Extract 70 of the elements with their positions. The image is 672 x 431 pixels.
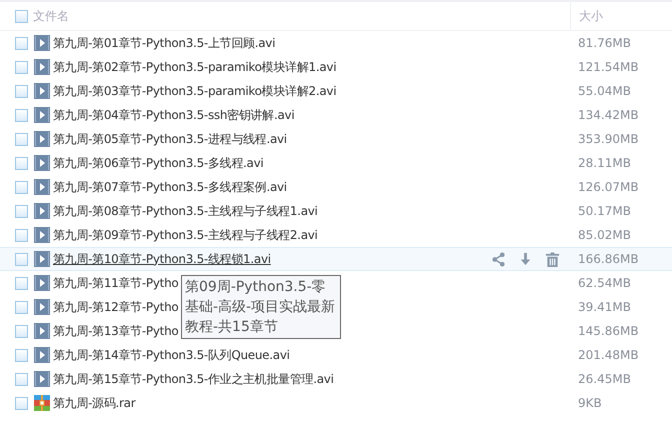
- video-file-icon: [34, 107, 50, 123]
- row-checkbox[interactable]: [15, 300, 28, 314]
- row-checkbox[interactable]: [15, 132, 28, 146]
- share-icon[interactable]: [491, 252, 506, 266]
- video-file-icon: [34, 203, 50, 219]
- file-size: 26.45MB: [578, 372, 631, 386]
- file-size: 28.11MB: [578, 156, 631, 170]
- row-checkbox[interactable]: [15, 324, 28, 338]
- video-file-icon: [34, 299, 50, 315]
- video-file-icon: [34, 347, 50, 363]
- video-file-icon: [34, 59, 50, 75]
- file-size: 50.17MB: [578, 204, 631, 218]
- file-size: 81.76MB: [578, 36, 631, 50]
- file-name[interactable]: 第九周-第08章节-Python3.5-主线程与子线程1.avi: [53, 202, 318, 220]
- row-checkbox[interactable]: [15, 36, 28, 50]
- file-size: 126.07MB: [578, 180, 639, 194]
- file-name[interactable]: 第九周-第01章节-Python3.5-上节回顾.avi: [53, 34, 276, 52]
- file-size: 121.54MB: [578, 60, 639, 74]
- file-name[interactable]: 第九周-第03章节-Python3.5-paramiko模块详解2.avi: [53, 82, 336, 100]
- row-checkbox[interactable]: [15, 204, 28, 218]
- row-checkbox[interactable]: [15, 108, 28, 122]
- file-name[interactable]: 第九周-第12章节-Pytho: [53, 298, 178, 316]
- delete-icon[interactable]: [545, 252, 560, 266]
- row-checkbox[interactable]: [15, 276, 28, 290]
- file-size: 145.86MB: [578, 324, 639, 338]
- video-file-icon: [34, 35, 50, 51]
- file-name[interactable]: 第九周-第02章节-Python3.5-paramiko模块详解1.avi: [53, 58, 336, 76]
- file-name[interactable]: 第九周-第06章节-Python3.5-多线程.avi: [53, 154, 264, 172]
- file-name[interactable]: 第九周-第10章节-Python3.5-线程锁1.avi: [53, 250, 271, 268]
- file-size: 201.48MB: [578, 348, 639, 362]
- file-size: 166.86MB: [578, 252, 639, 266]
- select-all-checkbox[interactable]: [15, 10, 28, 22]
- row-checkbox[interactable]: [15, 252, 28, 266]
- file-size: 62.54MB: [578, 276, 631, 290]
- file-size: 55.04MB: [578, 84, 631, 98]
- video-file-icon: [34, 227, 50, 243]
- file-name[interactable]: 第九周-第07章节-Python3.5-多线程案例.avi: [53, 178, 287, 196]
- file-size: 9KB: [578, 396, 602, 410]
- file-name[interactable]: 第九周-第15章节-Python3.5-作业之主机批量管理.avi: [53, 370, 334, 388]
- row-checkbox[interactable]: [15, 84, 28, 98]
- file-row-highlight[interactable]: 第九周-第10章节-Python3.5-线程锁1.avi 166.86MB: [0, 247, 672, 271]
- video-file-icon: [34, 179, 50, 195]
- video-file-icon: [34, 83, 50, 99]
- video-file-icon: [34, 131, 50, 147]
- row-checkbox[interactable]: [15, 228, 28, 242]
- archive-file-icon: [34, 395, 50, 411]
- file-size: 39.41MB: [578, 300, 631, 314]
- file-size: 134.42MB: [578, 108, 639, 122]
- file-size: 353.90MB: [578, 132, 639, 146]
- tooltip: 第09周-Python3.5-零基础-高级-项目实战最新教程-共15章节: [181, 275, 341, 339]
- row-checkbox[interactable]: [15, 396, 28, 410]
- video-file-icon: [34, 371, 50, 387]
- row-checkbox[interactable]: [15, 372, 28, 386]
- row-checkbox[interactable]: [15, 156, 28, 170]
- file-name[interactable]: 第九周-第05章节-Python3.5-进程与线程.avi: [53, 130, 287, 148]
- file-name[interactable]: 第九周-第13章节-Pytho: [53, 322, 178, 340]
- file-size: 85.02MB: [578, 228, 631, 242]
- row-checkbox[interactable]: [15, 60, 28, 74]
- video-file-icon: [34, 251, 50, 267]
- video-file-icon: [34, 155, 50, 171]
- file-name[interactable]: 第九周-第09章节-Python3.5-主线程与子线程2.avi: [53, 226, 318, 244]
- file-name[interactable]: 第九周-第11章节-Pytho: [53, 274, 178, 292]
- row-checkbox[interactable]: [15, 180, 28, 194]
- file-name[interactable]: 第九周-第14章节-Python3.5-队列Queue.avi: [53, 346, 290, 364]
- file-name[interactable]: 第九周-源码.rar: [53, 394, 136, 412]
- row-checkbox[interactable]: [15, 348, 28, 362]
- video-file-icon: [34, 275, 50, 291]
- download-icon[interactable]: [518, 252, 533, 266]
- video-file-icon: [34, 323, 50, 339]
- file-name[interactable]: 第九周-第04章节-Python3.5-ssh密钥讲解.avi: [53, 106, 294, 124]
